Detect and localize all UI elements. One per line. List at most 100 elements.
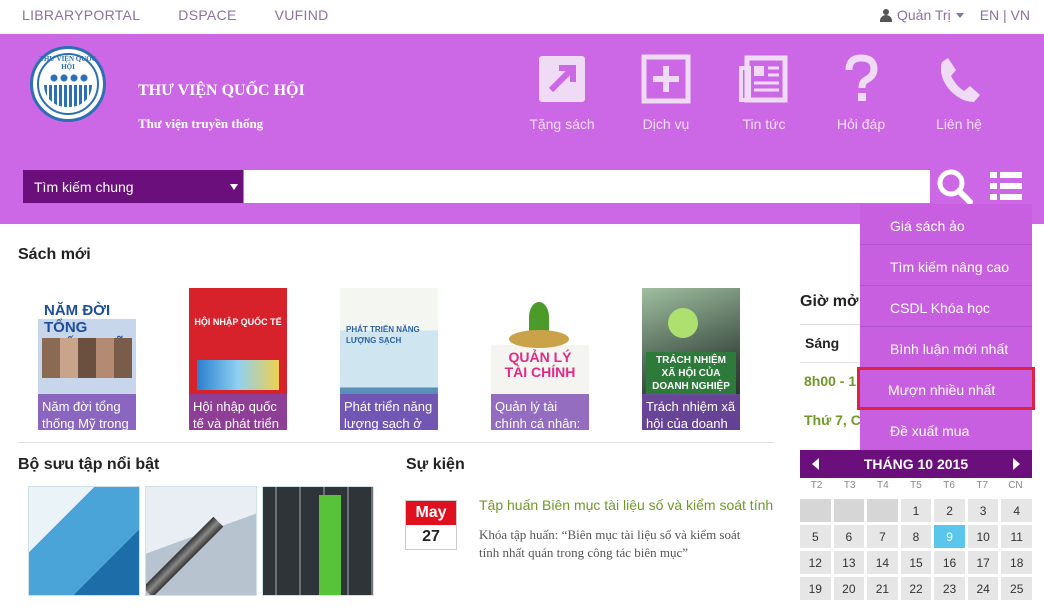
link-libraryportal[interactable]: LIBRARYPORTAL <box>22 7 140 23</box>
caret-down-icon <box>230 184 238 190</box>
link-vufind[interactable]: VUFIND <box>275 7 329 23</box>
calendar-grid: 1 2 3 4 5 6 7 8 9 10 11 12 13 14 15 16 17 18 19 20 21 22 23 24 2… <box>800 499 1032 600</box>
menu-item-tim-kiem-nang-cao[interactable]: Tìm kiếm nâng cao <box>860 245 1032 286</box>
collection-thumb[interactable] <box>262 486 374 596</box>
phone-icon <box>934 54 984 104</box>
next-month-icon[interactable] <box>1013 458 1020 470</box>
calendar-day[interactable]: 18 <box>1001 551 1032 574</box>
calendar-day[interactable]: 25 <box>1001 577 1032 600</box>
nav-label: Hỏi đáp <box>836 116 886 132</box>
brand-title: THƯ VIỆN QUỐC HỘI <box>138 82 305 99</box>
book-caption: Năm đời tổng thống Mỹ trong <box>38 394 136 430</box>
menu-item-de-xuat-mua[interactable]: Đề xuất mua <box>860 409 1032 450</box>
cover-portraits <box>42 338 132 378</box>
calendar-widget: THÁNG 10 2015 T2 T3 T4 T5 T6 T7 CN 12345… <box>800 450 1032 610</box>
binders-image <box>263 487 373 595</box>
pen-image <box>146 487 256 595</box>
hours-divider <box>800 324 860 325</box>
calendar-day[interactable]: 9 <box>934 525 965 548</box>
nav-label: Liên hệ <box>936 116 982 132</box>
cover-ball <box>668 308 698 338</box>
cover-title: PHÁT TRIỂN NĂNG LƯỢNG SẠCH <box>346 325 420 345</box>
calendar-daynames: T2 T3 T4 T5 T6 T7 CN <box>800 480 1032 496</box>
menu-button[interactable] <box>990 170 1022 202</box>
book-caption: Hội nhập quốc tế và phát triển <box>189 394 287 430</box>
collection-thumb[interactable] <box>145 486 257 596</box>
calendar-day[interactable]: 16 <box>934 551 965 574</box>
user-menu[interactable]: Quản Trị <box>897 7 951 23</box>
calendar-day[interactable]: 19 <box>800 577 831 600</box>
plus-service-icon <box>641 54 691 104</box>
search-scope-select[interactable]: Tìm kiếm chung <box>23 170 243 203</box>
calendar-day[interactable]: 6 <box>833 525 865 548</box>
calendar-day[interactable]: 10 <box>967 525 999 548</box>
calendar-empty-cell <box>833 499 865 522</box>
collection-thumb[interactable] <box>28 486 140 596</box>
menu-item-gia-sach-ao[interactable]: Giá sách ảo <box>860 204 1032 245</box>
search-scope-value: Tìm kiếm chung <box>34 179 134 195</box>
calendar-day[interactable]: 14 <box>867 551 898 574</box>
nav-label: Tặng sách <box>529 116 595 132</box>
nav-lien-he[interactable]: Liên hệ <box>919 54 999 132</box>
calendar-header: THÁNG 10 2015 <box>800 450 1032 478</box>
cover-title: TRÁCH NHIỆM XÃ HỘI CỦA DOANH NGHIỆP <box>646 352 736 395</box>
calendar-day[interactable]: 12 <box>800 551 831 574</box>
calendar-day[interactable]: 23 <box>934 577 965 600</box>
calendar-day[interactable]: 24 <box>967 577 999 600</box>
user-icon <box>879 8 892 22</box>
menu-item-csdl-khoa-hoc[interactable]: CSDL Khóa học <box>860 286 1032 327</box>
calendar-day[interactable]: 7 <box>867 525 898 548</box>
calendar-day[interactable]: 11 <box>1001 525 1032 548</box>
calendar-day[interactable]: 2 <box>934 499 965 522</box>
search-bar: Tìm kiếm chung <box>23 170 933 203</box>
calendar-day[interactable]: 4 <box>1001 499 1032 522</box>
dayname: T7 <box>976 480 989 491</box>
nav-tin-tuc[interactable]: Tin tức <box>724 54 804 132</box>
nav-dich-vu[interactable]: Dịch vụ <box>626 54 706 132</box>
event-desc-line1: Khóa tập huấn: “Biên mục tài liệu số và … <box>479 527 741 542</box>
logo-dots <box>49 73 89 83</box>
calendar-day[interactable]: 1 <box>900 499 932 522</box>
calendar-day[interactable]: 21 <box>867 577 898 600</box>
top-bar: LIBRARYPORTAL DSPACE VUFIND Quản Trị EN … <box>0 0 1044 30</box>
event-headline[interactable]: Tập huấn Biên mục tài liệu số và kiểm so… <box>479 497 773 513</box>
question-icon <box>836 54 886 104</box>
book-caption: Quản lý tài chính cá nhân: <box>491 394 589 430</box>
cover-art <box>197 360 279 390</box>
quick-menu-dropdown: Giá sách ảo Tìm kiếm nâng cao CSDL Khóa … <box>857 204 1035 450</box>
chevron-down-icon[interactable] <box>955 12 964 18</box>
search-button[interactable] <box>935 168 975 206</box>
dayname: T5 <box>910 480 922 491</box>
book-card[interactable]: HỘI NHẬP QUỐC TẾ Hội nhập quốc tế và phá… <box>189 288 287 430</box>
calendar-day[interactable]: 17 <box>967 551 999 574</box>
book-card[interactable]: PHÁT TRIỂN NĂNG LƯỢNG SẠCH Phát triển nă… <box>340 288 438 430</box>
books-image <box>29 487 139 595</box>
menu-item-muon-nhieu-nhat[interactable]: Mượn nhiều nhất <box>857 367 1035 410</box>
book-card[interactable]: NĂM ĐỜI TỔNG THỐNG MỸ Năm đời tổng thống… <box>38 288 136 430</box>
calendar-empty-cell <box>800 499 831 522</box>
library-logo[interactable]: THƯ VIỆN QUỐC HỘI <box>30 46 106 122</box>
calendar-day[interactable]: 13 <box>833 551 865 574</box>
calendar-day[interactable]: 15 <box>900 551 932 574</box>
calendar-day[interactable]: 8 <box>900 525 932 548</box>
section-divider <box>18 442 774 443</box>
nav-tang-sach[interactable]: Tặng sách <box>522 54 602 132</box>
new-books-title: Sách mới <box>18 246 91 263</box>
hours-label: Sáng <box>805 335 840 351</box>
calendar-day[interactable]: 3 <box>967 499 999 522</box>
calendar-day[interactable]: 22 <box>900 577 932 600</box>
hours-title: Giờ mở <box>800 293 859 310</box>
language-switch[interactable]: EN | VN <box>980 7 1030 23</box>
list-menu-icon <box>990 172 1022 200</box>
book-card[interactable]: TRÁCH NHIỆM XÃ HỘI CỦA DOANH NGHIỆP Trác… <box>642 288 740 430</box>
book-card[interactable]: QUẢN LÝ TÀI CHÍNH Quản lý tài chính cá n… <box>491 288 589 430</box>
event-desc-line2: tính nhất quán trong công tác biên mục” <box>479 545 689 560</box>
calendar-day[interactable]: 20 <box>833 577 865 600</box>
search-input[interactable] <box>244 170 930 203</box>
menu-item-binh-luan-moi-nhat[interactable]: Bình luận mới nhất <box>860 327 1032 368</box>
prev-month-icon[interactable] <box>812 458 819 470</box>
nav-hoi-dap[interactable]: Hỏi đáp <box>821 54 901 132</box>
link-dspace[interactable]: DSPACE <box>178 7 236 23</box>
calendar-day[interactable]: 5 <box>800 525 831 548</box>
dayname: T4 <box>877 480 889 491</box>
